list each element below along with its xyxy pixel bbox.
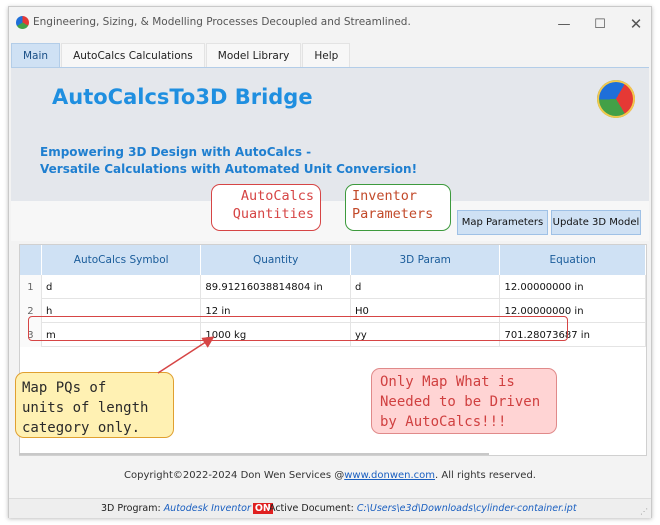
window-title: Engineering, Sizing, & Modelling Process… (33, 16, 411, 28)
callout-line: Parameters (352, 206, 434, 222)
map-parameters-button[interactable]: Map Parameters (457, 210, 548, 235)
tab-help[interactable]: Help (302, 43, 351, 67)
tab-model-library[interactable]: Model Library (205, 43, 302, 67)
quantity-cell[interactable]: 89.91216038814804 in (201, 275, 351, 299)
minimize-icon[interactable]: — (546, 13, 582, 35)
status-program: 3D Program: Autodesk Inventor ON (101, 503, 273, 514)
column-header-quantity[interactable]: Quantity (201, 245, 351, 275)
equation-cell[interactable]: 12.00000000 in (500, 275, 646, 299)
horizontal-scrollbar[interactable] (19, 453, 489, 455)
tab-bar: Main AutoCalcs Calculations Model Librar… (11, 43, 351, 67)
column-header-symbol[interactable]: AutoCalcs Symbol (41, 245, 202, 275)
banner-subtitle-line2: Versatile Calculations with Automated Un… (40, 162, 418, 176)
tab-autocalcs-calculations[interactable]: AutoCalcs Calculations (61, 43, 205, 67)
app-logo-icon (16, 16, 29, 29)
table-header: AutoCalcs Symbol Quantity 3D Param Equat… (20, 245, 646, 275)
copyright-prefix: Copyright©2022-2024 Don Wen Services @ (124, 470, 345, 481)
document-label: Active Document: (269, 503, 357, 514)
callout-line: Map PQs of (22, 380, 107, 396)
only-map-callout: Only Map What is Needed to be Driven by … (371, 368, 557, 434)
symbol-cell[interactable]: d (42, 275, 202, 299)
banner-title: AutoCalcsTo3D Bridge (52, 85, 313, 109)
inventor-parameters-callout: Inventor Parameters (345, 184, 451, 231)
update-3d-model-button[interactable]: Update 3D Model (551, 210, 641, 235)
resize-grip-icon[interactable]: ⋰ (640, 507, 648, 516)
toolbar: Map Parameters Update 3D Model (11, 201, 649, 241)
autocalcs-quantities-callout: AutoCalcs Quantities (211, 184, 321, 231)
callout-line: Needed to be Driven (380, 394, 541, 410)
banner-subtitle: Empowering 3D Design with AutoCalcs - Ve… (40, 144, 460, 178)
callout-line: by AutoCalcs!!! (380, 414, 507, 430)
banner: AutoCalcsTo3D Bridge Empowering 3D Desig… (11, 67, 649, 201)
title-bar: Engineering, Sizing, & Modelling Process… (9, 7, 651, 39)
status-bar: 3D Program: Autodesk Inventor ON Active D… (9, 498, 651, 518)
callout-line: Inventor (352, 188, 418, 204)
row-highlight-box (28, 316, 568, 341)
callout-line: Quantities (232, 206, 314, 222)
column-header-3d-param[interactable]: 3D Param (350, 245, 501, 275)
callout-line: units of length (22, 400, 149, 416)
callout-line: AutoCalcs (240, 188, 314, 204)
callout-line: category only. (22, 420, 141, 436)
website-link[interactable]: www.donwen.com (344, 470, 435, 481)
program-label: 3D Program: (101, 503, 164, 514)
banner-subtitle-line1: Empowering 3D Design with AutoCalcs - (40, 145, 312, 159)
app-window: Engineering, Sizing, & Modelling Process… (8, 6, 652, 518)
column-header-equation[interactable]: Equation (500, 245, 646, 275)
maximize-icon[interactable]: ☐ (582, 13, 618, 35)
param-cell[interactable]: d (351, 275, 501, 299)
map-pqs-callout: Map PQs of units of length category only… (15, 372, 174, 438)
program-value: Autodesk Inventor (163, 503, 251, 514)
table-row[interactable]: 1 d 89.91216038814804 in d 12.00000000 i… (20, 275, 646, 299)
tab-main[interactable]: Main (11, 43, 61, 67)
footer: Copyright©2022-2024 Don Wen Services @ww… (11, 459, 649, 499)
close-icon[interactable]: ✕ (618, 13, 654, 35)
callout-line: Only Map What is (380, 374, 515, 390)
brand-logo-icon (597, 80, 635, 118)
copyright-text: Copyright©2022-2024 Don Wen Services @ww… (11, 470, 649, 481)
status-document: Active Document: C:\Users\e3d\Downloads\… (269, 503, 577, 514)
row-number: 1 (20, 275, 42, 299)
document-path: C:\Users\e3d\Downloads\cylinder-containe… (356, 503, 577, 514)
copyright-suffix: . All rights reserved. (435, 470, 536, 481)
header-corner (20, 245, 42, 275)
